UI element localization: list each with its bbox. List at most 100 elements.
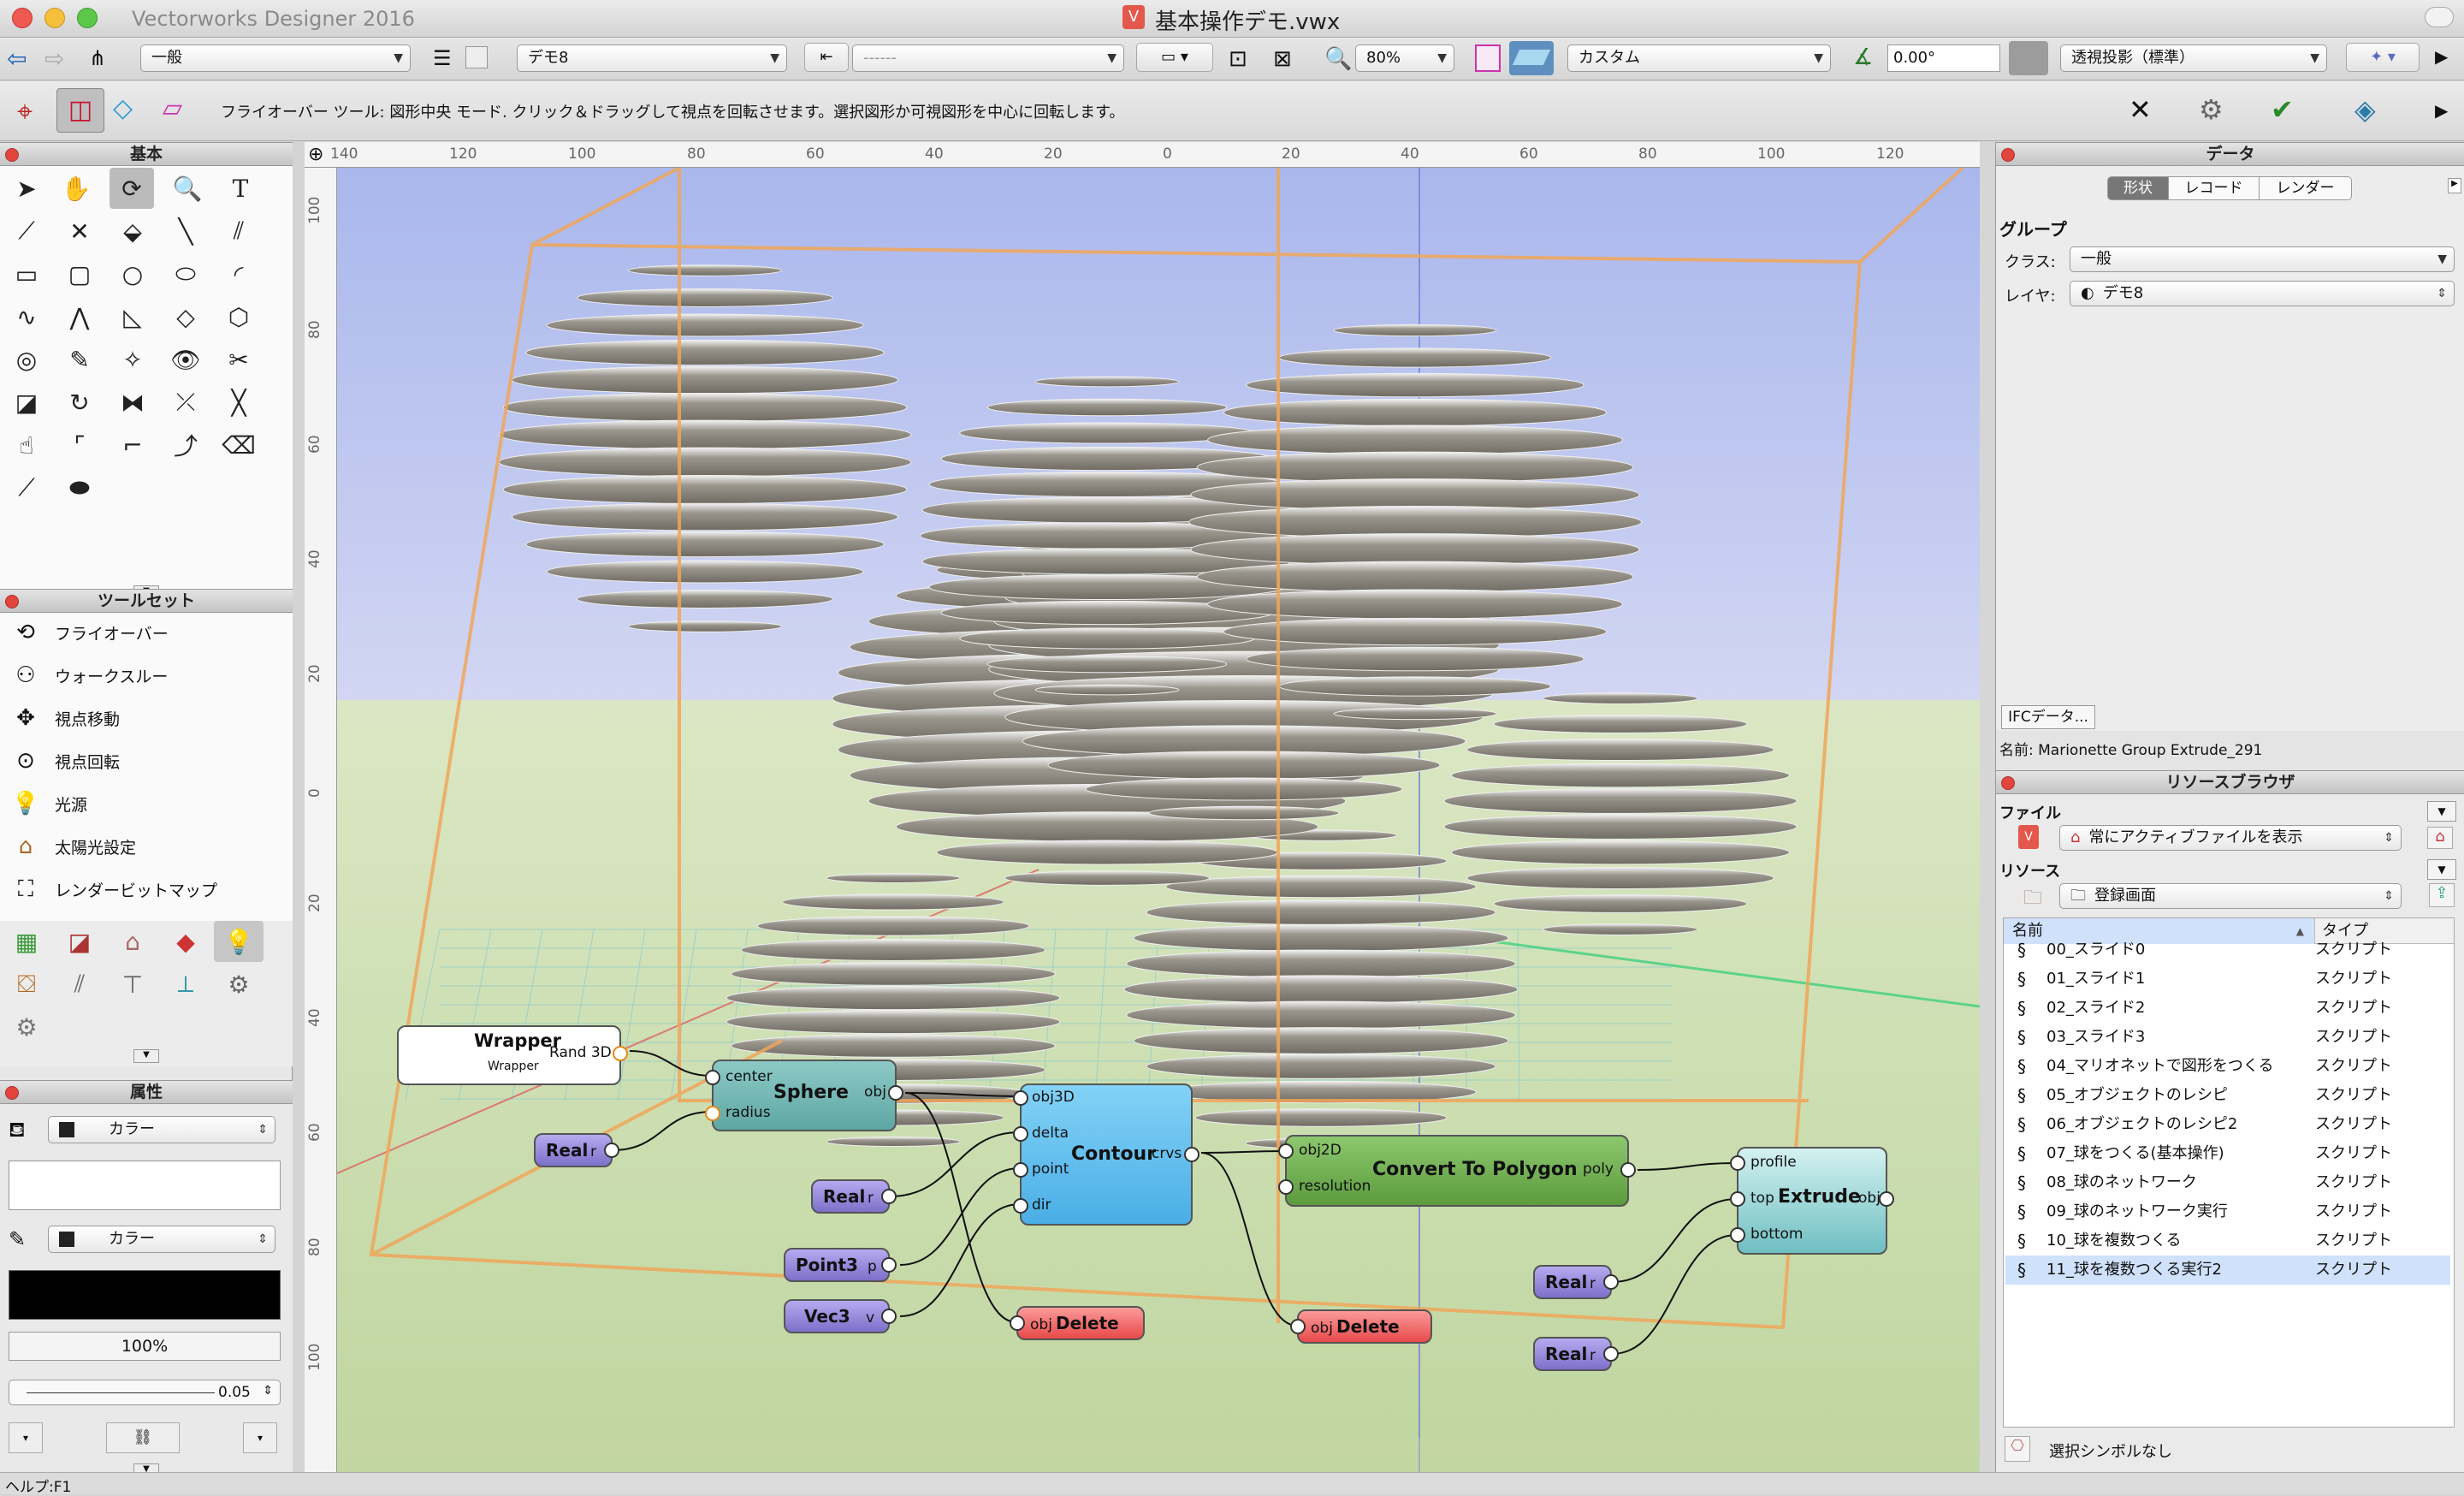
toolset-item-flyover[interactable]: ⟲ フライオーバー <box>9 613 169 652</box>
delete-node-sphere[interactable]: obj Delete <box>1010 1306 1145 1340</box>
link-icon[interactable]: ⛓ <box>106 1422 180 1453</box>
resource-row[interactable]: § 06_オブジェクトのレシピ2 スクリプト <box>2005 1110 2450 1139</box>
extrude-bottom-port[interactable] <box>1730 1227 1745 1243</box>
minimize-window-button[interactable] <box>44 8 65 28</box>
file-menu-icon[interactable]: ▼ <box>2427 801 2456 822</box>
checkmark-tool-icon[interactable]: ✔ <box>2271 93 2294 126</box>
sphere-center-port[interactable] <box>705 1070 720 1085</box>
flyover-origin-icon[interactable]: ⌖ <box>17 95 33 128</box>
render-mode-select[interactable]: カスタム ▼ <box>1567 45 1831 72</box>
regular-polygon-icon[interactable]: ⬡ <box>214 296 264 337</box>
ruler-origin-icon[interactable]: ⊕ <box>308 144 323 165</box>
oval-tool-icon[interactable]: ⬭ <box>161 253 210 294</box>
sphere-node[interactable]: center radius Sphere obj <box>705 1060 903 1131</box>
toolset-item-rotate-view[interactable]: ⊙ 視点回転 <box>9 741 120 781</box>
arrow-end-button[interactable]: ▾ <box>243 1422 277 1453</box>
arc-tool-icon[interactable]: ◜ <box>214 253 264 294</box>
data-layer-select[interactable]: ◐ デモ8 ⇕ <box>2070 281 2455 306</box>
circle-tool-icon[interactable]: ○ <box>108 253 157 294</box>
object-center-mode-icon[interactable]: ◫ <box>56 88 104 133</box>
view-options-button[interactable]: ✦ ▾ <box>2346 43 2420 72</box>
vec3-out-port[interactable] <box>881 1309 897 1324</box>
render-mode-icon[interactable] <box>1509 41 1554 75</box>
marionette-wire-icon[interactable]: ⟋ <box>2 467 51 508</box>
active-layer-select[interactable]: デモ8 ▼ <box>517 45 787 72</box>
close-palette-icon[interactable] <box>5 148 19 162</box>
real-out-port[interactable] <box>1603 1346 1619 1362</box>
machine-design-toolset-icon[interactable]: ⊤ <box>108 964 157 1005</box>
freehand-tool-icon[interactable]: ∿ <box>2 296 51 337</box>
resource-row[interactable]: § 09_球のネットワーク実行 スクリプト <box>2005 1197 2450 1226</box>
convert-obj2d-port[interactable] <box>1278 1143 1294 1159</box>
resource-menu-icon[interactable]: ▼ <box>2427 859 2456 880</box>
visualization-toolset-icon[interactable]: 💡 <box>214 921 264 962</box>
resource-row[interactable]: § 05_オブジェクトのレシピ スクリプト <box>2005 1081 2450 1110</box>
fillet-tool-icon[interactable]: ⌜ <box>55 424 104 466</box>
polyline-tool-icon[interactable]: ⋀ <box>55 296 104 337</box>
fill-style-select[interactable]: カラー ⇕ <box>48 1116 275 1143</box>
expand-toolset-icon[interactable]: ▼ <box>133 1049 159 1063</box>
home-button[interactable]: ⌂ <box>2427 827 2453 849</box>
toolset-item-walkthrough[interactable]: ⚇ ウォークスルー <box>9 656 168 695</box>
pen-swatch[interactable] <box>9 1270 281 1320</box>
tab-render[interactable]: レンダー <box>2259 177 2351 199</box>
real-out-port[interactable] <box>881 1189 897 1204</box>
ifc-data-button[interactable]: IFCデータ... <box>2001 705 2095 729</box>
arrow-start-button[interactable]: ▾ <box>9 1422 43 1453</box>
contour-out-port[interactable] <box>1184 1147 1199 1162</box>
toolbar-overflow-icon[interactable]: ▶ <box>2435 46 2448 67</box>
tab-shape[interactable]: 形状 <box>2108 177 2168 199</box>
zoom-icon[interactable]: 🔍 <box>1324 46 1352 72</box>
zoom-tool-icon[interactable]: 🔍 <box>163 168 212 209</box>
real-out-port[interactable] <box>604 1143 619 1158</box>
contour-delta-port[interactable] <box>1013 1126 1028 1142</box>
selection-tool-icon[interactable]: ➤ <box>2 168 51 209</box>
wrapper-out-port[interactable] <box>613 1046 628 1061</box>
extrude-out-port[interactable] <box>1879 1191 1894 1207</box>
rounded-rect-tool-icon[interactable]: ▢ <box>55 253 104 294</box>
convert-to-polygon-node[interactable]: obj2D resolution Convert To Polygon poly <box>1278 1135 1636 1207</box>
dimensioning-toolset-icon[interactable]: ⛋ <box>2 964 51 1005</box>
trim-tool-icon[interactable]: ✂ <box>214 339 264 380</box>
fullscreen-button[interactable] <box>2425 7 2454 27</box>
vec3-node[interactable]: Vec3 v <box>784 1299 897 1333</box>
opacity-field[interactable]: 100% <box>9 1332 281 1361</box>
resource-row[interactable]: § 02_スライド2 スクリプト <box>2005 994 2450 1023</box>
offset-tool-icon[interactable]: ☝ <box>2 424 51 466</box>
eraser-tool-icon[interactable]: ⌫ <box>214 424 264 466</box>
layer-options-icon[interactable] <box>465 46 488 68</box>
contour-obj3d-port[interactable] <box>1013 1090 1028 1106</box>
contour-node[interactable]: obj3D delta point dir Contour crvs <box>1013 1083 1199 1226</box>
convert-out-port[interactable] <box>1620 1162 1636 1178</box>
modebar-overflow-icon[interactable]: ▶ <box>2435 100 2448 121</box>
resource-row[interactable]: § 00_スライド0 スクリプト <box>2005 935 2450 965</box>
resource-row[interactable]: § 01_スライド1 スクリプト <box>2005 965 2450 994</box>
gear-icon[interactable]: ⚙ <box>2199 93 2224 126</box>
double-line-tool-icon[interactable]: ⫽ <box>214 211 264 252</box>
real-out-port[interactable] <box>1603 1274 1619 1290</box>
point3-node[interactable]: Point3 p <box>784 1248 897 1282</box>
real-node-radius[interactable]: Real r <box>534 1133 619 1167</box>
wrapper-node[interactable]: Wrapper Wrapper Rand 3D <box>397 1025 628 1085</box>
double-polygon-icon[interactable]: ◇ <box>161 296 210 337</box>
tab-record[interactable]: レコード <box>2168 177 2259 199</box>
close-palette-icon[interactable] <box>2001 776 2015 790</box>
saved-views-button[interactable]: ⇤ <box>804 43 849 72</box>
resource-row[interactable]: § 07_球をつくる(基本操作) スクリプト <box>2005 1139 2450 1168</box>
locus-tool-icon[interactable]: ✕ <box>55 211 104 252</box>
fasteners-toolset-icon[interactable]: ⚙ <box>214 964 264 1005</box>
detailing-toolset-icon[interactable]: ⫽ <box>55 964 104 1005</box>
view-plane-mode-icon[interactable]: ▱ <box>163 93 182 123</box>
settings-toolset-icon[interactable]: ⚙ <box>2 1006 51 1048</box>
attribute-mapping-icon[interactable]: ⬙ <box>108 211 157 252</box>
toolset-item-render-bitmap[interactable]: ⛶ レンダービットマップ <box>9 870 217 909</box>
fill-swatch[interactable] <box>9 1161 281 1210</box>
extrude-node[interactable]: profile top bottom Extrude obj <box>1730 1147 1894 1255</box>
pipe-toolset-icon[interactable]: ⟂ <box>161 964 210 1005</box>
marionette-node-icon[interactable]: ⬬ <box>55 467 104 508</box>
visibility-tool-icon[interactable]: 👁 <box>161 339 210 380</box>
rectangle-tool-icon[interactable]: ▭ <box>2 253 51 294</box>
flyover-tool-icon[interactable]: ⟳ <box>110 168 154 209</box>
working-plane-mode-icon[interactable]: ◇ <box>113 93 133 123</box>
2d-reshape-tool-icon[interactable]: ◪ <box>2 382 51 423</box>
